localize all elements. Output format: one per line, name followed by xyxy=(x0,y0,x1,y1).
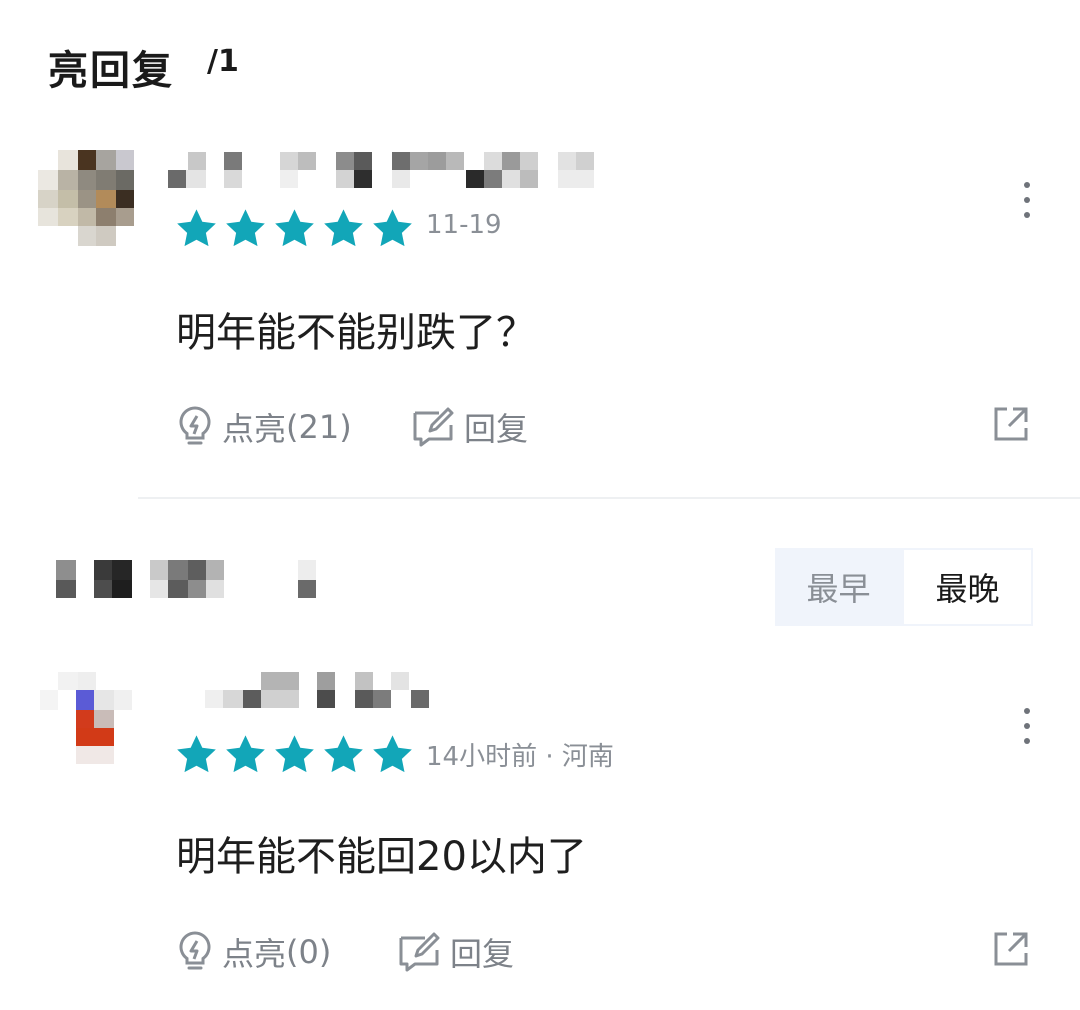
star-icon xyxy=(275,735,314,773)
share-button[interactable] xyxy=(993,931,1029,967)
divider xyxy=(138,497,1080,499)
section-count: /1 xyxy=(207,44,239,79)
more-options-button[interactable] xyxy=(1017,180,1037,220)
reply-meta: 11-19 xyxy=(426,210,502,240)
like-label: 点亮 xyxy=(222,935,287,973)
star-icon xyxy=(324,209,363,247)
rating-stars xyxy=(174,732,415,777)
more-vertical-icon xyxy=(1024,708,1030,714)
rating-stars xyxy=(174,206,415,251)
share-button[interactable] xyxy=(993,406,1029,442)
like-button[interactable]: 点亮 (0) xyxy=(176,929,331,975)
star-icon xyxy=(373,735,412,773)
reply-label: 回复 xyxy=(450,935,515,973)
star-icon xyxy=(324,735,363,773)
like-count: (0) xyxy=(286,933,332,971)
section-subtitle-pixelated xyxy=(56,560,320,600)
share-icon xyxy=(994,407,1028,441)
edit-reply-icon xyxy=(413,407,454,447)
avatar[interactable] xyxy=(40,672,134,766)
star-icon xyxy=(373,209,412,247)
more-vertical-icon xyxy=(1024,182,1030,188)
reply-label: 回复 xyxy=(464,410,529,448)
avatar[interactable] xyxy=(38,150,136,246)
like-count: (21) xyxy=(286,408,352,446)
star-icon xyxy=(177,209,216,247)
sort-toggle: 最早 最晚 xyxy=(775,548,1033,626)
lightbulb-icon xyxy=(179,931,211,970)
star-icon xyxy=(226,209,265,247)
reply-content: 明年能不能回20以内了 xyxy=(176,834,587,880)
reply-meta: 14小时前 · 河南 xyxy=(426,742,614,772)
more-options-button[interactable] xyxy=(1017,706,1037,746)
section-title: 亮回复 xyxy=(48,48,174,94)
star-icon xyxy=(177,735,216,773)
reply-button[interactable]: 回复 xyxy=(398,929,514,975)
sort-earliest-button[interactable]: 最早 xyxy=(775,548,902,626)
star-icon xyxy=(226,735,265,773)
like-label: 点亮 xyxy=(222,410,287,448)
share-icon xyxy=(994,932,1028,966)
like-button[interactable]: 点亮 (21) xyxy=(176,404,352,450)
lightbulb-icon xyxy=(179,406,211,445)
reply-button[interactable]: 回复 xyxy=(412,404,528,450)
sort-latest-button[interactable]: 最晚 xyxy=(904,550,1031,624)
username-pixelated[interactable] xyxy=(168,152,628,190)
username-pixelated[interactable] xyxy=(205,672,435,712)
reply-content: 明年能不能别跌了？ xyxy=(176,310,536,356)
star-icon xyxy=(275,209,314,247)
edit-reply-icon xyxy=(399,932,440,972)
